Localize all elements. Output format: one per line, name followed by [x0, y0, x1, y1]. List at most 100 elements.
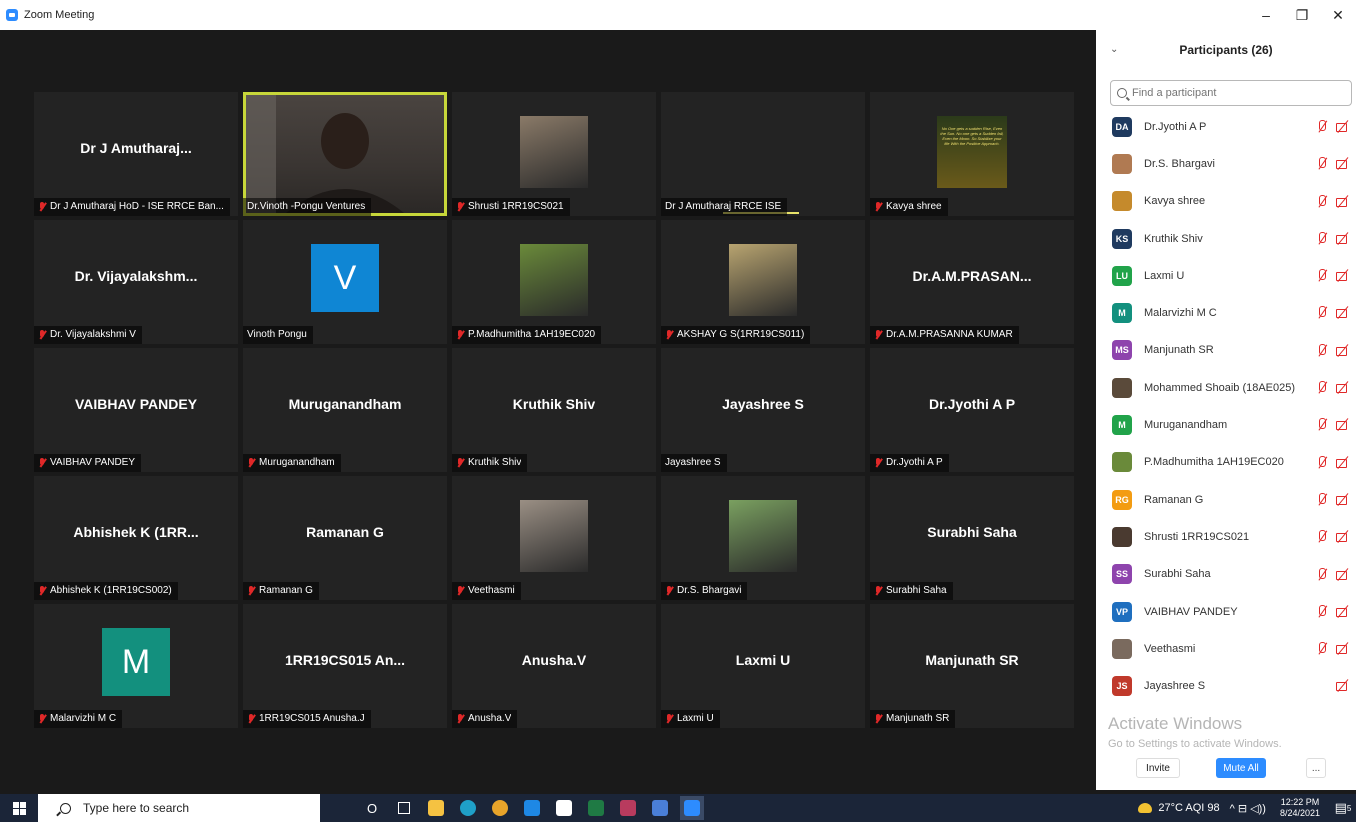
mic-muted-icon[interactable]: [1316, 269, 1328, 282]
participant-row[interactable]: Dr.S. Bhargavi: [1096, 145, 1356, 182]
excel-icon[interactable]: [584, 796, 608, 820]
video-off-icon[interactable]: [1336, 456, 1350, 469]
mic-muted-icon[interactable]: [1316, 194, 1328, 208]
participant-row[interactable]: VP VAIBHAV PANDEY: [1096, 593, 1356, 630]
mic-muted-icon[interactable]: [1316, 343, 1328, 357]
video-off-icon[interactable]: [1336, 530, 1350, 543]
video-tile[interactable]: Veethasmi: [452, 476, 656, 600]
tile-profile-photo: [729, 244, 797, 316]
video-tile[interactable]: Dr. Vijayalakshm... Dr. Vijayalakshmi V: [34, 220, 238, 344]
cortana-icon[interactable]: O: [360, 796, 384, 820]
video-off-icon[interactable]: [1336, 269, 1350, 282]
video-off-icon[interactable]: [1336, 493, 1350, 506]
file-explorer-icon[interactable]: [424, 796, 448, 820]
mic-muted-icon[interactable]: [1316, 530, 1328, 543]
video-tile[interactable]: Dr.S. Bhargavi: [661, 476, 865, 600]
mic-muted-icon[interactable]: [1316, 306, 1328, 319]
video-tile[interactable]: Laxmi U Laxmi U: [661, 604, 865, 728]
participant-row[interactable]: P.Madhumitha 1AH19EC020: [1096, 444, 1356, 481]
video-tile[interactable]: Dr.Vinoth -Pongu Ventures: [243, 92, 447, 216]
video-tile[interactable]: Jayashree S Jayashree S: [661, 348, 865, 472]
video-off-icon[interactable]: [1336, 306, 1350, 319]
participant-row[interactable]: KS Kruthik Shiv: [1096, 220, 1356, 257]
mic-muted-icon[interactable]: [1316, 418, 1328, 431]
video-tile[interactable]: Dr J Amutharaj RRCE ISE: [661, 92, 865, 216]
weather-text[interactable]: 27°C AQI 98: [1158, 802, 1219, 814]
mic-muted-icon[interactable]: [1316, 231, 1328, 245]
video-off-icon[interactable]: [1336, 568, 1350, 581]
invite-button[interactable]: Invite: [1136, 758, 1180, 778]
video-tile[interactable]: Abhishek K (1RR... Abhishek K (1RR19CS002…: [34, 476, 238, 600]
participant-row[interactable]: LU Laxmi U: [1096, 257, 1356, 294]
mic-muted-icon[interactable]: [1316, 567, 1328, 581]
mail-icon[interactable]: [520, 796, 544, 820]
mic-muted-icon[interactable]: [1316, 120, 1328, 133]
zoom-app-icon[interactable]: [680, 796, 704, 820]
participant-row[interactable]: Mohammed Shoaib (18AE025): [1096, 369, 1356, 406]
video-tile[interactable]: VAIBHAV PANDEY VAIBHAV PANDEY: [34, 348, 238, 472]
participant-row[interactable]: Shrusti 1RR19CS021: [1096, 518, 1356, 555]
mic-muted-icon[interactable]: [1316, 157, 1328, 170]
participant-row[interactable]: Veethasmi: [1096, 630, 1356, 667]
task-view-icon[interactable]: [392, 796, 416, 820]
mic-muted-icon[interactable]: [1316, 381, 1328, 394]
notification-icon[interactable]: ▤ 5: [1330, 794, 1356, 822]
video-off-icon[interactable]: [1336, 605, 1350, 618]
powerpoint-icon[interactable]: [616, 796, 640, 820]
video-off-icon[interactable]: [1336, 642, 1350, 655]
close-button[interactable]: ✕: [1320, 0, 1356, 30]
clock[interactable]: 12:22 PM 8/24/2021: [1280, 797, 1320, 819]
participant-row[interactable]: M Muruganandham: [1096, 406, 1356, 443]
tile-name-label: Dr.Vinoth -Pongu Ventures: [243, 198, 372, 216]
video-tile[interactable]: M Malarvizhi M C: [34, 604, 238, 728]
video-tile[interactable]: Shrusti 1RR19CS021: [452, 92, 656, 216]
tray-icons[interactable]: ^ ⊟ ◁)): [1230, 802, 1266, 815]
video-tile[interactable]: Surabhi Saha Surabhi Saha: [870, 476, 1074, 600]
video-off-icon[interactable]: [1336, 418, 1350, 431]
taskbar-search[interactable]: Type here to search: [38, 794, 320, 822]
participant-row[interactable]: DA Dr.Jyothi A P: [1096, 108, 1356, 145]
video-tile[interactable]: AKSHAY G S(1RR19CS011): [661, 220, 865, 344]
video-tile[interactable]: Manjunath SR Manjunath SR: [870, 604, 1074, 728]
video-off-icon[interactable]: [1336, 120, 1350, 133]
maximize-button[interactable]: ❐: [1284, 0, 1320, 30]
video-tile[interactable]: Ramanan G Ramanan G: [243, 476, 447, 600]
participant-search-input[interactable]: [1132, 87, 1332, 99]
store-icon[interactable]: [552, 796, 576, 820]
participant-row[interactable]: M Malarvizhi M C: [1096, 294, 1356, 331]
participant-row[interactable]: MS Manjunath SR: [1096, 332, 1356, 369]
video-off-icon[interactable]: [1336, 157, 1350, 170]
mic-muted-icon[interactable]: [1316, 604, 1328, 618]
participant-row[interactable]: Kavya shree: [1096, 183, 1356, 220]
video-tile[interactable]: P.Madhumitha 1AH19EC020: [452, 220, 656, 344]
mute-all-button[interactable]: Mute All: [1216, 758, 1266, 778]
mic-muted-icon[interactable]: [1316, 455, 1328, 469]
mic-muted-icon[interactable]: [1316, 492, 1328, 506]
video-off-icon[interactable]: [1336, 232, 1350, 245]
video-tile[interactable]: Dr.A.M.PRASAN... Dr.A.M.PRASANNA KUMAR: [870, 220, 1074, 344]
start-button[interactable]: [0, 794, 38, 822]
video-off-icon[interactable]: [1336, 381, 1350, 394]
minimize-button[interactable]: –: [1248, 0, 1284, 30]
video-tile[interactable]: V Vinoth Pongu: [243, 220, 447, 344]
video-off-icon[interactable]: [1336, 344, 1350, 357]
chrome-icon[interactable]: [488, 796, 512, 820]
video-tile[interactable]: No One gets a sudden Rise, Even the Sun.…: [870, 92, 1074, 216]
participant-search[interactable]: [1110, 80, 1352, 106]
video-off-icon[interactable]: [1336, 679, 1350, 692]
video-off-icon[interactable]: [1336, 195, 1350, 208]
video-tile[interactable]: Muruganandham Muruganandham: [243, 348, 447, 472]
participant-row[interactable]: SS Surabhi Saha: [1096, 556, 1356, 593]
video-tile[interactable]: Anusha.V Anusha.V: [452, 604, 656, 728]
participant-row[interactable]: JS Jayashree S: [1096, 667, 1356, 704]
video-tile[interactable]: Dr.Jyothi A P Dr.Jyothi A P: [870, 348, 1074, 472]
participant-row[interactable]: RG Ramanan G: [1096, 481, 1356, 518]
video-tile[interactable]: Dr J Amutharaj... Dr J Amutharaj HoD - IS…: [34, 92, 238, 216]
video-tile[interactable]: 1RR19CS015 An... 1RR19CS015 Anusha.J: [243, 604, 447, 728]
mic-muted-icon[interactable]: [1316, 642, 1328, 655]
edge-icon[interactable]: [456, 796, 480, 820]
more-options-button[interactable]: ...: [1306, 758, 1326, 778]
collapse-chevron-icon[interactable]: ⌄: [1110, 44, 1118, 55]
paint-icon[interactable]: [648, 796, 672, 820]
video-tile[interactable]: Kruthik Shiv Kruthik Shiv: [452, 348, 656, 472]
